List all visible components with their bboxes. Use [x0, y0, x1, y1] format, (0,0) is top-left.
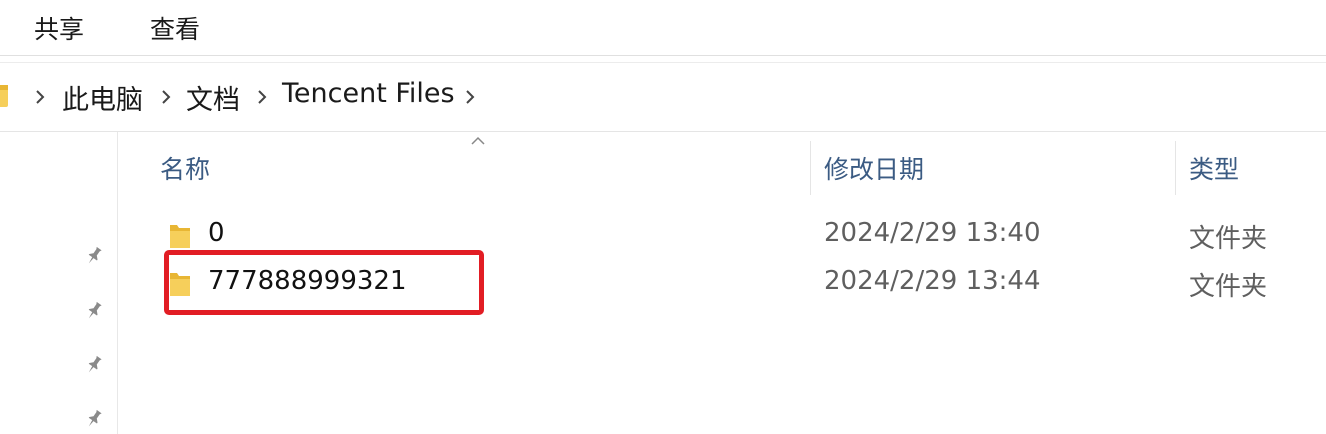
pin-icon[interactable] — [82, 299, 106, 323]
breadcrumb-tencent-files[interactable]: Tencent Files — [282, 78, 455, 109]
file-modified-date: 2024/2/29 13:40 — [824, 218, 1041, 248]
tab-share[interactable]: 共享 — [34, 10, 84, 46]
breadcrumb-documents[interactable]: 文档 — [186, 78, 240, 117]
file-name[interactable]: 0 — [208, 218, 225, 248]
column-header-type[interactable]: 类型 — [1189, 150, 1239, 186]
column-header-modified[interactable]: 修改日期 — [824, 150, 924, 186]
file-type: 文件夹 — [1189, 224, 1268, 254]
breadcrumb-this-pc[interactable]: 此电脑 — [62, 78, 143, 117]
ribbon-divider — [0, 55, 1326, 56]
tab-view[interactable]: 查看 — [150, 10, 200, 46]
sort-ascending-icon — [471, 136, 485, 145]
chevron-right-icon[interactable] — [462, 89, 478, 105]
chevron-right-icon[interactable] — [32, 89, 48, 105]
breadcrumb: 此电脑 文档 Tencent Files — [0, 63, 1326, 131]
column-resize-handle[interactable] — [1175, 141, 1176, 195]
ribbon: 共享 查看 — [0, 0, 1326, 56]
chevron-right-icon[interactable] — [158, 89, 174, 105]
pane-divider[interactable] — [117, 132, 118, 434]
pin-icon[interactable] — [82, 407, 106, 431]
column-header-name[interactable]: 名称 — [160, 150, 210, 186]
pin-icon[interactable] — [82, 244, 106, 268]
folder-icon — [0, 85, 8, 107]
file-type: 文件夹 — [1189, 272, 1268, 302]
folder-icon — [170, 225, 190, 248]
navigation-pane — [0, 132, 118, 434]
chevron-right-icon[interactable] — [254, 89, 270, 105]
pin-icon[interactable] — [82, 353, 106, 377]
file-modified-date: 2024/2/29 13:44 — [824, 266, 1041, 296]
column-resize-handle[interactable] — [810, 141, 811, 195]
breadcrumb-divider — [0, 131, 1326, 132]
annotation-highlight-box — [164, 250, 484, 315]
